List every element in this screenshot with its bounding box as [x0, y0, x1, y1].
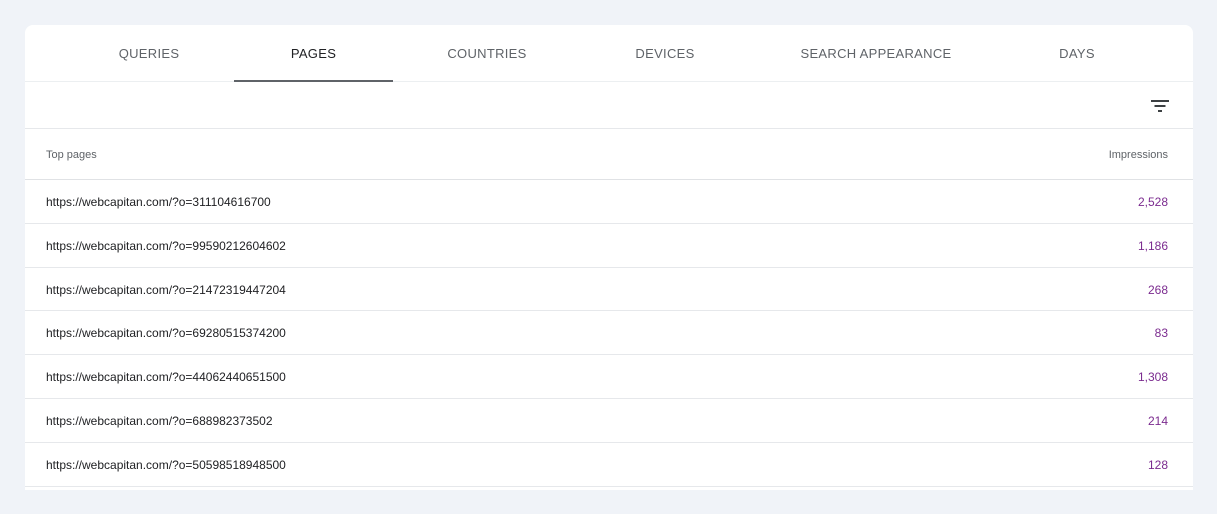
tab-devices[interactable]: DEVICES: [617, 25, 713, 82]
table-row[interactable]: https://webcapitan.com/?o=311104616700 2…: [25, 180, 1193, 224]
impressions-value: 83: [1154, 326, 1168, 341]
impressions-value: 1,186: [1137, 238, 1168, 253]
performance-card: QUERIES PAGES COUNTRIES DEVICES SEARCH A…: [25, 25, 1193, 490]
table-row[interactable]: https://webcapitan.com/?o=44062440651500…: [25, 355, 1193, 399]
dimension-tabs: QUERIES PAGES COUNTRIES DEVICES SEARCH A…: [25, 25, 1193, 82]
impressions-value: 2,528: [1137, 195, 1168, 209]
table-toolbar: [25, 82, 1193, 129]
page-url[interactable]: https://webcapitan.com/?o=21472319447204: [46, 283, 286, 297]
table-row[interactable]: https://webcapitan.com/?o=69280515374200…: [25, 311, 1193, 356]
tab-search-appearance[interactable]: SEARCH APPEARANCE: [795, 25, 957, 82]
tab-queries[interactable]: QUERIES: [103, 25, 195, 82]
page-url[interactable]: https://webcapitan.com/?o=44062440651500: [46, 370, 286, 384]
table-row[interactable]: https://webcapitan.com/?o=50598518948500…: [25, 443, 1193, 487]
page-url[interactable]: https://webcapitan.com/?o=688982373502: [46, 414, 273, 428]
page-url[interactable]: https://webcapitan.com/?o=311104616700: [46, 195, 271, 209]
page-url[interactable]: https://webcapitan.com/?o=50598518948500: [46, 458, 286, 472]
page-url[interactable]: https://webcapitan.com/?o=69280515374200: [46, 326, 286, 340]
tab-days[interactable]: DAYS: [1040, 25, 1114, 82]
tab-pages[interactable]: PAGES: [234, 25, 393, 82]
impressions-value: 214: [1147, 413, 1168, 428]
table-body: https://webcapitan.com/?o=311104616700 2…: [25, 180, 1193, 487]
column-header-impressions[interactable]: Impressions: [1109, 149, 1168, 161]
filter-icon: [1151, 100, 1169, 112]
impressions-value: 128: [1147, 457, 1168, 472]
table-row[interactable]: https://webcapitan.com/?o=21472319447204…: [25, 268, 1193, 312]
filter-button[interactable]: [1144, 90, 1176, 122]
impressions-value: 1,308: [1137, 370, 1168, 385]
impressions-value: 268: [1147, 282, 1168, 297]
column-header-top-pages[interactable]: Top pages: [46, 149, 97, 161]
table-row[interactable]: https://webcapitan.com/?o=99590212604602…: [25, 224, 1193, 268]
table-header: Top pages Impressions: [25, 129, 1193, 180]
table-row[interactable]: https://webcapitan.com/?o=688982373502 2…: [25, 399, 1193, 443]
page-url[interactable]: https://webcapitan.com/?o=99590212604602: [46, 239, 286, 253]
tab-countries[interactable]: COUNTRIES: [432, 25, 542, 82]
